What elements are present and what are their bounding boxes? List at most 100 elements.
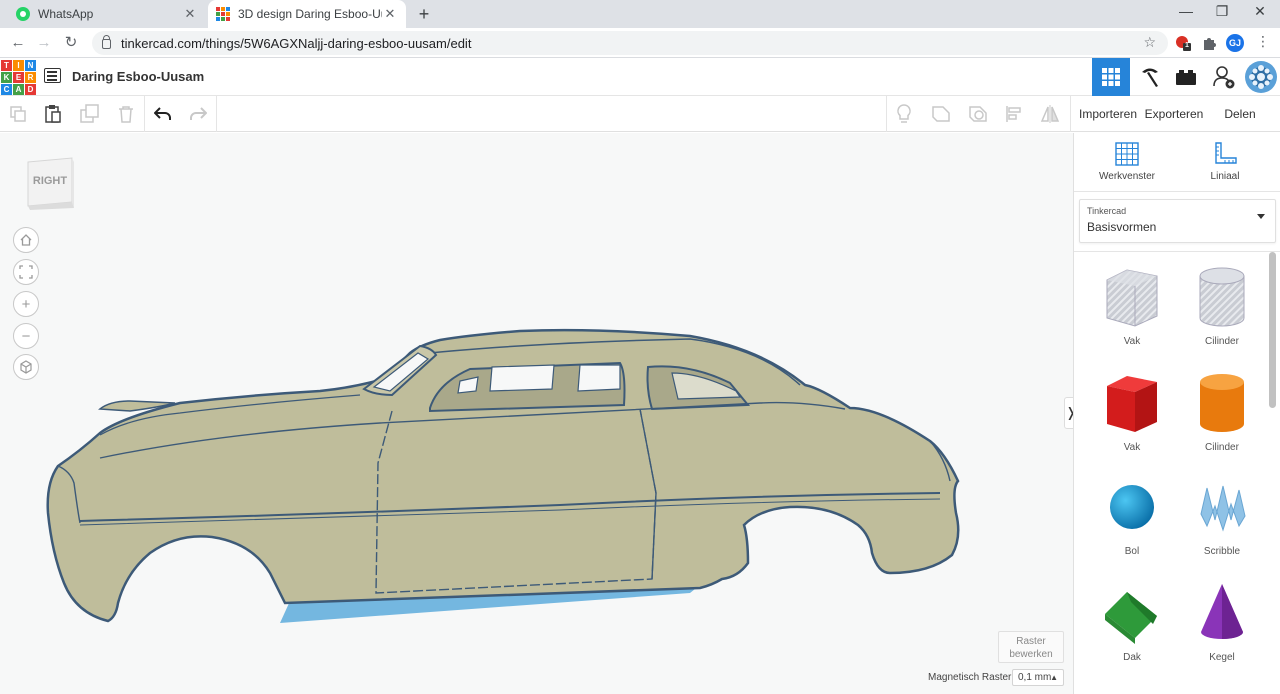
cone-icon (1201, 584, 1243, 639)
workplane-viewport[interactable]: RIGHT + − Raster bewerken Magnetisch Ras… (0, 133, 1073, 694)
hole-cylinder-icon (1199, 267, 1245, 327)
shape-hole-cylinder[interactable]: Cilinder (1176, 264, 1268, 364)
minimize-icon[interactable]: — (1176, 3, 1196, 19)
shape-roof[interactable]: Dak (1086, 580, 1178, 680)
snap-grid-value: 0,1 mm (1018, 672, 1052, 683)
shape-scribble[interactable]: Scribble (1176, 474, 1268, 574)
mirror-button[interactable] (1032, 96, 1068, 132)
shape-grid: Vak Cilinder Vak Cilinder Bol Scribble D… (1074, 251, 1280, 694)
sphere-icon (1110, 485, 1154, 529)
puzzle-icon[interactable] (1200, 34, 1218, 52)
blocks-view-button[interactable] (1131, 58, 1169, 96)
grid-view-icon (1102, 68, 1120, 86)
car-body-model[interactable] (0, 133, 1073, 694)
logo-letter: D (25, 84, 36, 95)
design-title[interactable]: Daring Esboo-Uusam (72, 69, 204, 84)
library-name: Basisvormen (1087, 220, 1157, 234)
3d-design-view-button[interactable] (1092, 58, 1130, 96)
ruler-icon (1215, 142, 1237, 164)
reload-icon[interactable]: ↻ (61, 33, 81, 53)
address-bar: ← → ↻ tinkercad.com/things/5W6AGXNaljj-d… (0, 28, 1280, 58)
logo-letter: T (1, 60, 12, 71)
edit-grid-button[interactable]: Raster bewerken (998, 631, 1064, 663)
new-tab-button[interactable]: + (414, 4, 434, 24)
browser-tab-strip: WhatsApp ✕ 3D design Daring Esboo-Uusam … (0, 0, 1280, 28)
share-button[interactable]: Delen (1210, 100, 1270, 128)
url-text: tinkercad.com/things/5W6AGXNaljj-daring-… (121, 35, 472, 51)
shape-cylinder[interactable]: Cilinder (1176, 370, 1268, 470)
ruler-tool-button[interactable]: Liniaal (1180, 139, 1270, 191)
window-close-icon[interactable]: ✕ (1250, 3, 1270, 20)
add-user-button[interactable] (1205, 58, 1243, 96)
tab-whatsapp[interactable]: WhatsApp ✕ (8, 0, 206, 28)
logo-letter: I (13, 60, 24, 71)
shape-label: Vak (1123, 336, 1141, 347)
snap-grid-select[interactable]: 0,1 mm ▲ (1012, 669, 1064, 686)
copy-button[interactable] (0, 96, 36, 132)
shapes-scrollbar[interactable] (1269, 252, 1276, 408)
shape-hole-box[interactable]: Vak (1086, 264, 1178, 364)
url-field[interactable]: tinkercad.com/things/5W6AGXNaljj-daring-… (92, 31, 1168, 55)
shape-library-select[interactable]: Tinkercad Basisvormen (1079, 199, 1276, 243)
cylinder-icon (1200, 374, 1244, 432)
shape-label: Cilinder (1205, 336, 1239, 347)
align-button[interactable] (996, 96, 1032, 132)
logo-letter: N (25, 60, 36, 71)
ungroup-icon (969, 106, 987, 122)
scribble-icon (1200, 485, 1246, 532)
paste-button[interactable] (35, 96, 71, 132)
shape-label: Scribble (1203, 546, 1241, 557)
shape-cone[interactable]: Kegel (1176, 580, 1268, 680)
window-opening-2 (577, 364, 621, 392)
shape-label: Bol (1124, 546, 1140, 557)
copy-icon (10, 106, 26, 122)
lightbulb-icon (897, 104, 911, 123)
whatsapp-icon (16, 7, 30, 21)
library-group-label: Tinkercad (1087, 206, 1127, 216)
caret-up-icon: ▲ (1050, 673, 1058, 682)
notes-button[interactable] (886, 96, 922, 132)
shape-sphere[interactable]: Bol (1086, 474, 1178, 574)
group-button[interactable] (923, 96, 959, 132)
delete-button[interactable] (108, 96, 144, 132)
undo-button[interactable] (145, 96, 181, 132)
user-avatar[interactable] (1242, 58, 1280, 96)
add-user-icon (1213, 66, 1235, 89)
forward-icon[interactable]: → (34, 33, 54, 53)
ruler-tool-label: Liniaal (1210, 171, 1240, 182)
tab-tinkercad[interactable]: 3D design Daring Esboo-Uusam ✕ (208, 0, 406, 28)
trash-icon (119, 106, 133, 123)
redo-button[interactable] (180, 96, 216, 132)
extension-badge-icon[interactable]: 1 (1174, 34, 1192, 52)
maximize-icon[interactable]: ❐ (1212, 3, 1232, 20)
logo-letter: C (1, 84, 12, 95)
tinkercad-logo[interactable]: T I N K E R C A D (1, 60, 36, 95)
bricks-view-button[interactable] (1167, 58, 1205, 96)
tab-title: 3D design Daring Esboo-Uusam (238, 7, 382, 21)
bookmark-star-icon[interactable]: ☆ (1143, 34, 1156, 51)
shape-box[interactable]: Vak (1086, 370, 1178, 470)
export-button[interactable]: Exporteren (1143, 100, 1205, 128)
shapes-panel: Werkvenster Liniaal Tinkercad Basisvorme… (1073, 133, 1280, 694)
grid-icon (1115, 142, 1139, 166)
ungroup-button[interactable] (960, 96, 996, 132)
workplane-tool-button[interactable]: Werkvenster (1082, 139, 1172, 191)
shape-label: Cilinder (1205, 442, 1239, 453)
paste-icon (45, 105, 61, 123)
hole-box-icon (1106, 269, 1158, 327)
brick-icon (1176, 70, 1196, 85)
design-list-icon[interactable] (44, 68, 61, 83)
close-icon[interactable]: ✕ (382, 6, 398, 22)
back-icon[interactable]: ← (8, 33, 28, 53)
profile-avatar[interactable]: GJ (1226, 34, 1244, 52)
tinkercad-favicon-icon (216, 7, 230, 21)
duplicate-button[interactable] (72, 96, 108, 132)
workplane-tool-label: Werkvenster (1099, 171, 1155, 182)
close-icon[interactable]: ✕ (182, 6, 198, 22)
panel-collapse-button[interactable]: ❭ (1064, 397, 1073, 429)
logo-letter: K (1, 72, 12, 83)
browser-menu-icon[interactable]: ⋮ (1256, 33, 1270, 50)
box-icon (1107, 376, 1157, 432)
import-button[interactable]: Importeren (1076, 100, 1140, 128)
shape-label: Vak (1123, 442, 1141, 453)
